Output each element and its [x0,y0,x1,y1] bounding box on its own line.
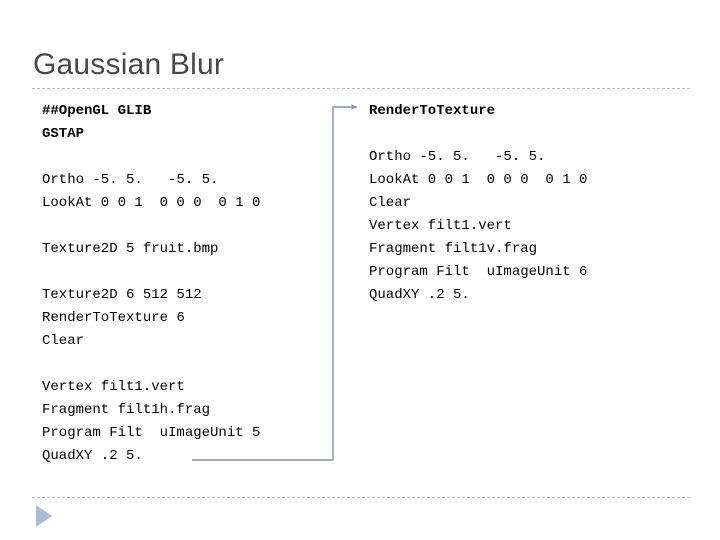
right-code-line: Fragment filt1v.frag [369,241,538,257]
right-code-line: Program Filt uImageUnit 6 [369,264,588,280]
right-code-block: RenderToTexture Ortho -5. 5. -5. 5. LookA… [369,100,669,307]
left-code-line: GSTAP [42,126,85,142]
left-code-line: Clear [42,333,85,349]
left-code-line: ##OpenGL GLIB [42,103,152,119]
left-code-line: Texture2D 6 512 512 [42,287,202,303]
right-code-line: LookAt 0 0 1 0 0 0 0 1 0 [369,172,588,188]
left-code-line: Program Filt uImageUnit 5 [42,425,261,441]
right-code-line: Clear [369,195,412,211]
right-code-line: RenderToTexture [369,103,496,119]
slide-canvas: Gaussian Blur ##OpenGL GLIB GSTAP Ortho -… [0,0,720,540]
left-code-line: Texture2D 5 fruit.bmp [42,241,219,257]
next-slide-button[interactable] [33,503,55,529]
right-code-line: Ortho -5. 5. -5. 5. [369,149,546,165]
left-code-line: Ortho -5. 5. -5. 5. [42,172,219,188]
footer-divider [32,497,690,498]
left-code-block: ##OpenGL GLIB GSTAP Ortho -5. 5. -5. 5. Lo… [42,100,342,468]
left-code-line: QuadXY .2 5. [42,448,143,464]
right-code-line: QuadXY .2 5. [369,287,470,303]
left-code-line: Fragment filt1h.frag [42,402,211,418]
left-code-blank-line [42,261,342,284]
left-code-blank-line [42,215,342,238]
left-code-line: LookAt 0 0 1 0 0 0 0 1 0 [42,195,261,211]
play-triangle-icon [36,505,52,527]
left-code-line: Vertex filt1.vert [42,379,185,395]
left-code-blank-line [42,353,342,376]
page-title: Gaussian Blur [33,48,225,81]
right-code-line: Vertex filt1.vert [369,218,512,234]
right-code-blank-line [369,123,669,146]
left-code-line: RenderToTexture 6 [42,310,185,326]
left-code-blank-line [42,146,342,169]
title-divider [32,88,690,89]
